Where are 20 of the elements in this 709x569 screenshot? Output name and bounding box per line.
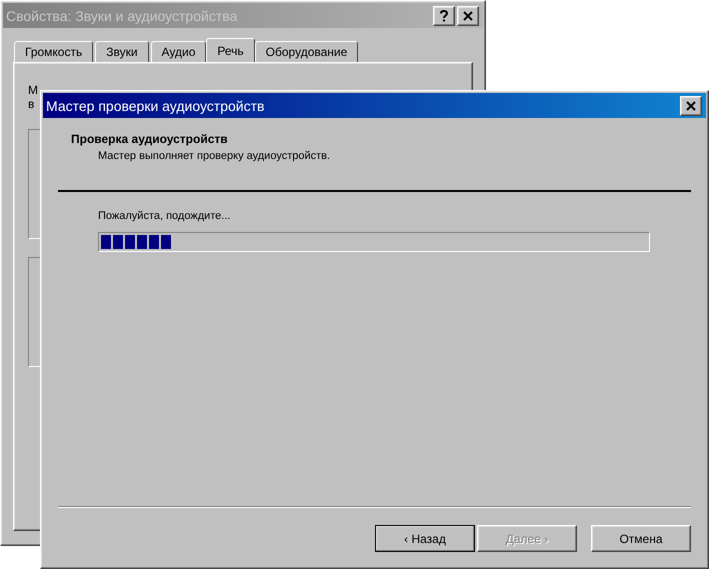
close-button[interactable] <box>680 96 702 116</box>
tab[interactable]: Оборудование <box>254 41 358 62</box>
tab[interactable]: Речь <box>206 38 255 62</box>
window-title: Свойства: Звуки и аудиоустройства <box>6 8 238 24</box>
panel-text: М <box>28 83 38 97</box>
close-button[interactable] <box>457 6 479 26</box>
tab[interactable]: Аудио <box>150 41 206 62</box>
tab[interactable]: Звуки <box>95 41 149 62</box>
tab[interactable]: Громкость <box>14 41 94 62</box>
close-icon <box>686 100 696 110</box>
close-icon <box>463 10 473 20</box>
wizard-heading: Проверка аудиоустройств <box>71 132 229 146</box>
dialog-button[interactable]: Отмена <box>591 525 691 552</box>
panel-text: в <box>28 97 34 111</box>
dialog-button[interactable]: ‹ Назад <box>375 525 475 552</box>
status-text: Пожалуйста, подождите... <box>98 210 232 222</box>
help-button[interactable] <box>433 6 455 26</box>
help-icon <box>440 10 448 22</box>
wizard-subheading: Мастер выполняет проверку аудиоустройств. <box>97 150 332 162</box>
window-title: Мастер проверки аудиоустройств <box>46 98 266 114</box>
